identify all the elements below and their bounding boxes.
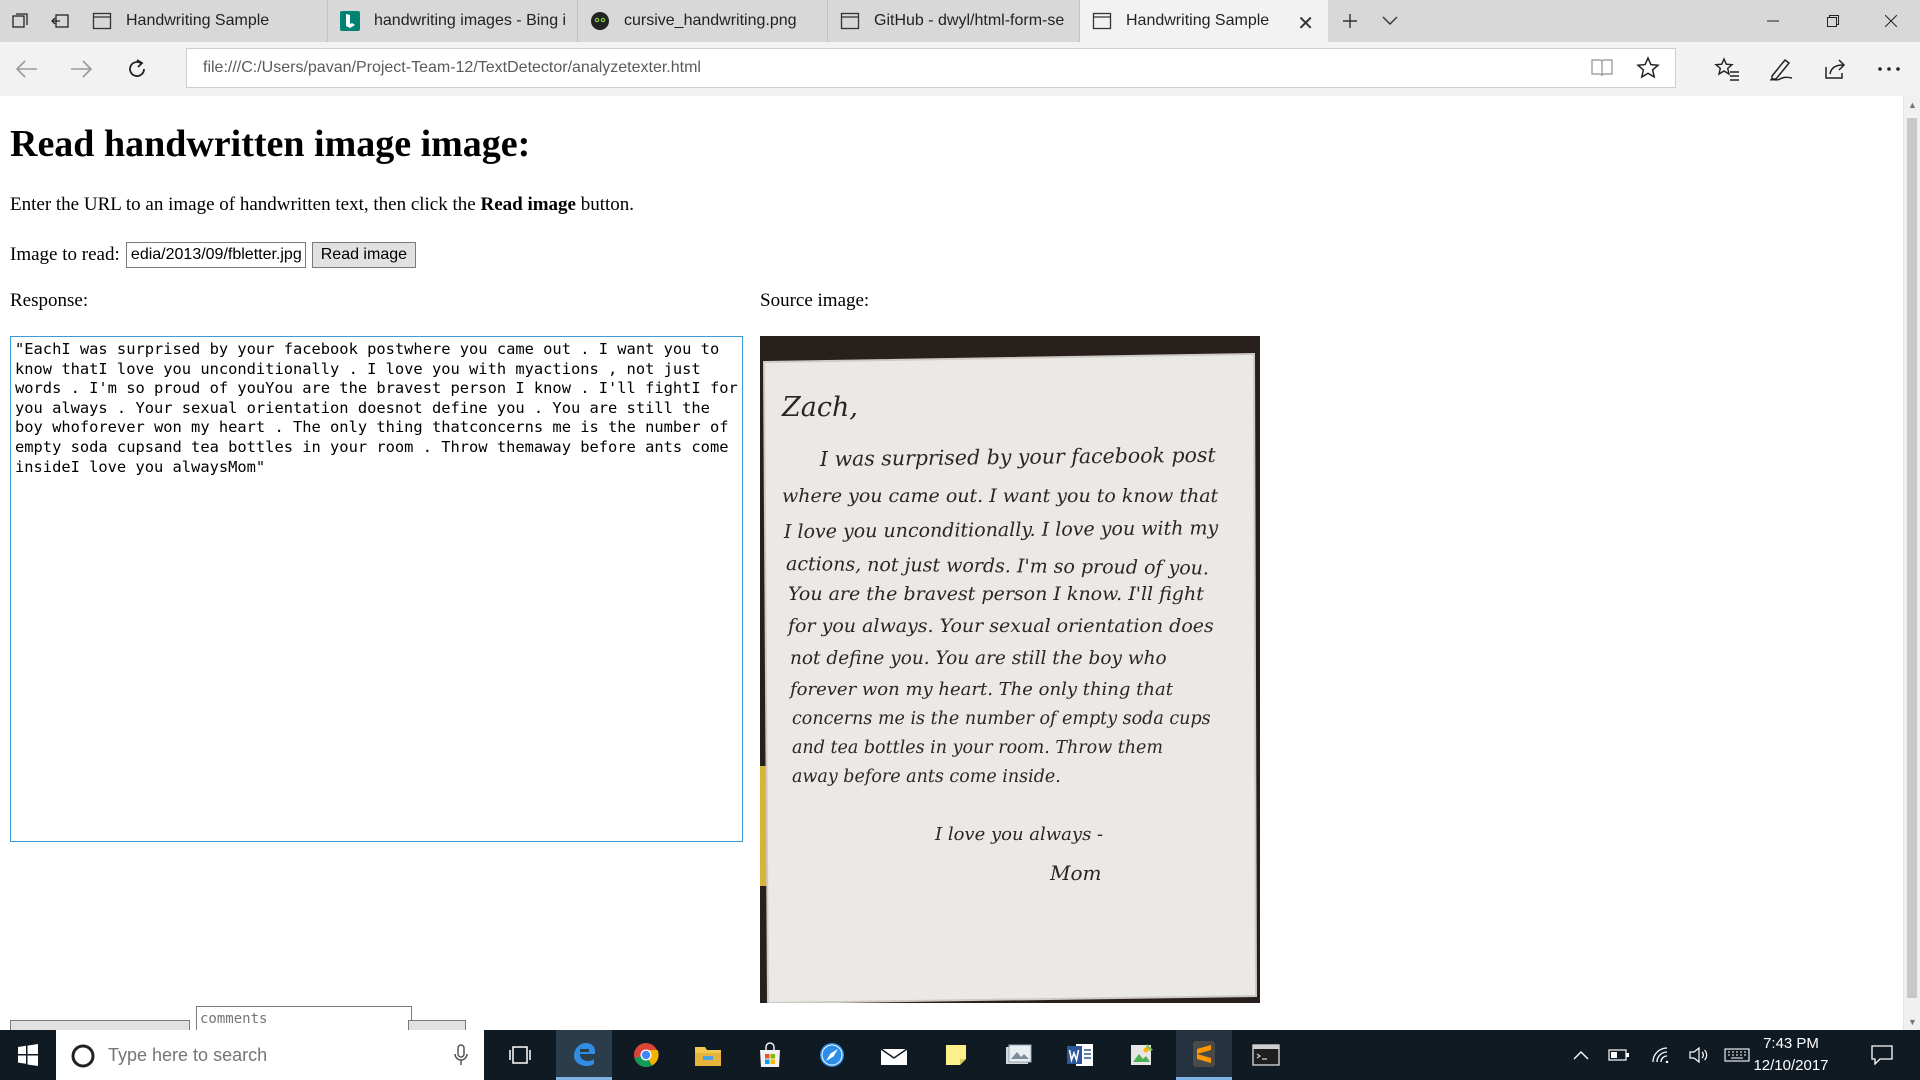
letter-line: I love you unconditionally. I love you w… xyxy=(783,517,1219,543)
letter-line: away before ants come inside. xyxy=(792,767,1061,787)
letter-line: for you always. Your sexual orientation … xyxy=(786,615,1214,637)
tab-handwriting-sample-1[interactable]: Handwriting Sample xyxy=(80,0,328,42)
bottom-form-row xyxy=(10,1006,510,1030)
instructions-after: button. xyxy=(575,194,635,215)
letter-line: Zach, xyxy=(781,392,858,423)
sublime-text-icon[interactable] xyxy=(1176,1030,1232,1080)
letter-line: I was surprised by your facebook post xyxy=(819,443,1217,471)
github-icon xyxy=(590,11,610,31)
clock-time: 7:43 PM xyxy=(1763,1035,1819,1052)
letter-line: and tea bottles in your room. Throw them xyxy=(792,738,1163,758)
letter-line: actions, not just words. I'm so proud of… xyxy=(786,553,1209,579)
tab-label: Handwriting Sample xyxy=(126,12,270,29)
letter-line: concerns me is the number of empty soda … xyxy=(792,709,1211,729)
taskbar-search[interactable] xyxy=(56,1030,484,1080)
file-explorer-icon[interactable] xyxy=(680,1030,736,1080)
cortana-icon xyxy=(70,1043,96,1074)
safari-icon[interactable] xyxy=(804,1030,860,1080)
read-image-button[interactable]: Read image xyxy=(311,242,417,268)
wifi-icon[interactable] xyxy=(1646,1030,1676,1080)
page-icon xyxy=(1092,11,1112,31)
image-url-input[interactable] xyxy=(125,242,306,268)
scrollbar-thumb[interactable] xyxy=(1907,118,1917,998)
letter-line: where you came out. I want you to know t… xyxy=(782,485,1219,507)
letter-line: not define you. You are still the boy wh… xyxy=(790,648,1167,669)
word-icon[interactable] xyxy=(1052,1030,1108,1080)
instructions-before: Enter the URL to an image of handwritten… xyxy=(10,194,481,215)
tab-github-dwyl[interactable]: GitHub - dwyl/html-form-se xyxy=(828,0,1080,42)
restore-icon[interactable] xyxy=(1804,0,1862,42)
chrome-icon[interactable] xyxy=(618,1030,674,1080)
back-arrow-icon[interactable] xyxy=(6,48,48,90)
address-input[interactable] xyxy=(203,49,1583,87)
chevron-up-icon[interactable] xyxy=(1566,1030,1596,1080)
close-tab-icon[interactable]: ✕ xyxy=(1297,11,1314,36)
tab-label: handwriting images - Bing i xyxy=(374,12,567,29)
address-bar[interactable] xyxy=(186,48,1676,88)
favorite-star-icon[interactable] xyxy=(1633,53,1663,83)
microphone-icon[interactable] xyxy=(454,1044,468,1071)
tab-strip: Handwriting Sample handwriting images - … xyxy=(0,0,1920,42)
mail-icon[interactable] xyxy=(866,1030,922,1080)
web-note-pen-icon[interactable] xyxy=(1760,48,1802,90)
favorites-hub-icon[interactable] xyxy=(1706,48,1748,90)
forward-arrow-icon[interactable] xyxy=(60,48,102,90)
store-icon[interactable] xyxy=(742,1030,798,1080)
vertical-scrollbar[interactable]: ▲ ▼ xyxy=(1903,96,1920,1030)
image-editor-icon[interactable] xyxy=(1114,1030,1170,1080)
taskbar-search-input[interactable] xyxy=(108,1042,408,1068)
reading-view-icon[interactable] xyxy=(1587,53,1617,83)
image-url-row: Image to read: Read image xyxy=(10,242,417,268)
image-url-label: Image to read: xyxy=(10,244,120,265)
edge-icon[interactable] xyxy=(556,1030,612,1080)
letter-line: You are the bravest person I know. I'll … xyxy=(788,583,1204,605)
page-icon xyxy=(840,11,860,31)
response-label: Response: xyxy=(10,290,89,311)
response-textarea[interactable]: "EachI was surprised by your facebook po… xyxy=(10,336,743,842)
scroll-up-icon[interactable]: ▲ xyxy=(1904,96,1920,113)
address-toolbar xyxy=(0,42,1920,96)
letter-line: Mom xyxy=(1049,861,1101,885)
page-icon xyxy=(92,11,112,31)
share-icon[interactable] xyxy=(1814,48,1856,90)
new-tab-icon[interactable] xyxy=(1330,0,1370,42)
more-options-icon[interactable] xyxy=(1868,48,1910,90)
tab-label: cursive_handwriting.png xyxy=(624,12,797,29)
source-handwritten-image: Zach, I was surprised by your facebook p… xyxy=(760,336,1260,1003)
instructions-bold: Read image xyxy=(480,194,576,215)
volume-icon[interactable] xyxy=(1684,1030,1714,1080)
page-title: Read handwritten image image: xyxy=(10,123,531,165)
sticky-notes-icon[interactable] xyxy=(928,1030,984,1080)
tab-handwriting-sample-active[interactable]: Handwriting Sample ✕ xyxy=(1080,0,1328,42)
clock-date: 12/10/2017 xyxy=(1753,1057,1829,1074)
page-content: Read handwritten image image: Enter the … xyxy=(0,96,1903,1030)
scroll-down-icon[interactable]: ▼ xyxy=(1904,1013,1920,1030)
minimize-icon[interactable] xyxy=(1744,0,1802,42)
letter-line: forever won my heart. The only thing tha… xyxy=(788,679,1174,700)
close-window-icon[interactable] xyxy=(1862,0,1920,42)
tab-label: GitHub - dwyl/html-form-se xyxy=(874,12,1065,29)
task-view-icon[interactable] xyxy=(496,1030,544,1080)
bottom-button-stub[interactable] xyxy=(408,1020,466,1030)
bottom-button-stub[interactable] xyxy=(10,1020,190,1030)
start-windows-icon[interactable] xyxy=(0,1030,56,1080)
battery-icon[interactable] xyxy=(1604,1030,1634,1080)
set-tabs-aside-icon[interactable] xyxy=(40,0,80,42)
bing-icon xyxy=(340,11,360,31)
system-clock[interactable]: 7:43 PM 12/10/2017 xyxy=(1745,1030,1837,1080)
tab-label: Handwriting Sample xyxy=(1126,12,1270,29)
letter-line: I love you always - xyxy=(934,824,1103,845)
tab-cursive-handwriting[interactable]: cursive_handwriting.png xyxy=(578,0,828,42)
instructions-text: Enter the URL to an image of handwritten… xyxy=(10,194,634,216)
refresh-icon[interactable] xyxy=(116,48,158,90)
tab-actions-icon[interactable] xyxy=(0,0,40,42)
windows-taskbar: 7:43 PM 12/10/2017 xyxy=(0,1030,1920,1080)
photos-icon[interactable] xyxy=(990,1030,1046,1080)
terminal-icon[interactable] xyxy=(1238,1030,1294,1080)
notifications-icon[interactable] xyxy=(1862,1030,1902,1080)
comments-input[interactable] xyxy=(196,1006,412,1030)
source-image-label: Source image: xyxy=(760,290,870,311)
tab-bing-images[interactable]: handwriting images - Bing i xyxy=(328,0,578,42)
tab-preview-chevron-icon[interactable] xyxy=(1370,0,1410,42)
